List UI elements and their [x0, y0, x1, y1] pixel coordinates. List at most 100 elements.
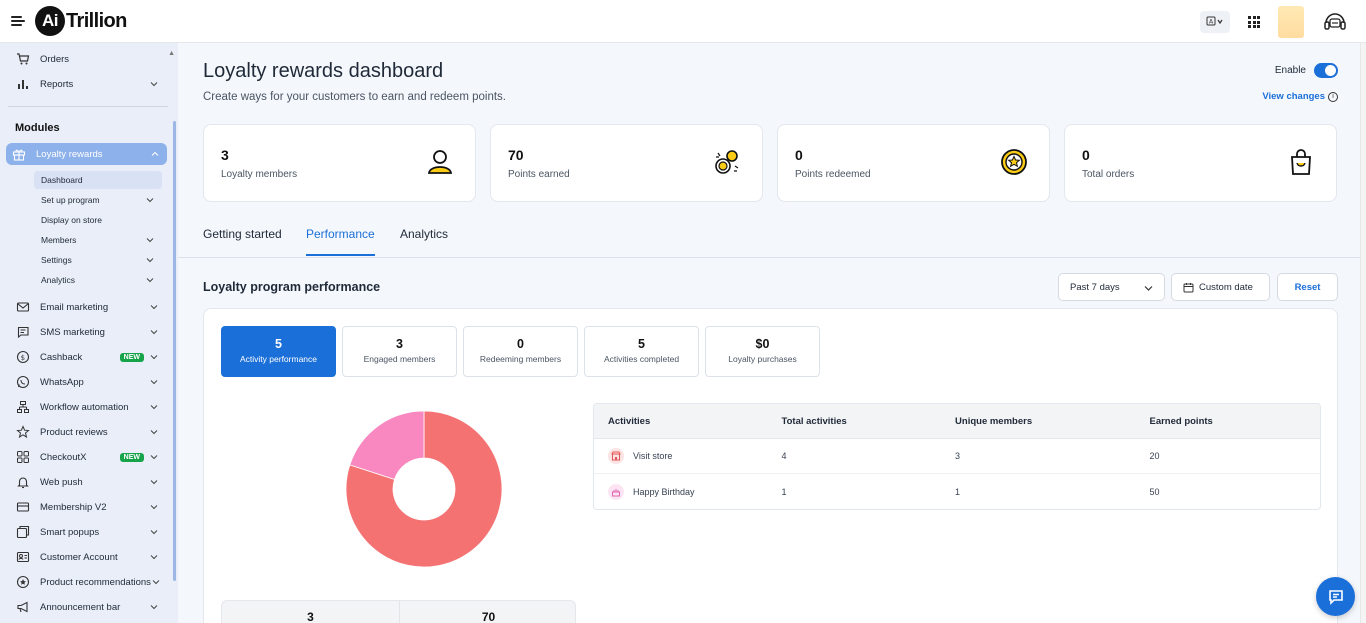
enable-toggle[interactable] — [1314, 63, 1338, 78]
sidebar-item-label: CheckoutX — [40, 451, 87, 463]
col-header-unique-members: Unique members — [955, 415, 1033, 427]
subnav-label: Members — [41, 235, 77, 245]
sidebar-item-label: Cashback — [40, 351, 83, 363]
custom-date-label: Custom date — [1199, 281, 1253, 293]
stat-card-points-redeemed: 0 Points redeemed — [777, 124, 1050, 202]
sidebar-item-web-push[interactable]: Web push — [10, 471, 166, 493]
sidebar-item-membership-v2[interactable]: Membership V2 — [10, 496, 166, 518]
sidebar-scroll-up-icon[interactable]: ▲ — [168, 50, 175, 57]
sidebar-item-label: Product reviews — [40, 426, 108, 438]
avatar[interactable] — [1278, 6, 1304, 38]
cake-icon — [608, 483, 624, 500]
table-header: Activities Total activities Unique membe… — [594, 404, 1320, 439]
chat-button[interactable] — [1316, 577, 1355, 616]
svg-text:A: A — [1209, 19, 1214, 26]
subnav-display-on-store[interactable]: Display on store — [34, 211, 162, 229]
subnav-dashboard[interactable]: Dashboard — [34, 171, 162, 189]
translate-button[interactable]: A — [1200, 11, 1230, 33]
star-coin-icon — [1001, 149, 1027, 175]
cell-total: 1 — [781, 486, 787, 497]
sidebar-item-whatsapp[interactable]: WhatsApp — [10, 371, 166, 393]
metric-redeeming-members[interactable]: 0 Redeeming members — [463, 326, 578, 377]
metric-value: $0 — [755, 337, 770, 351]
sidebar-item-loyalty-rewards[interactable]: Loyalty rewards — [6, 143, 167, 165]
sidebar-item-sms-marketing[interactable]: SMS marketing — [10, 321, 166, 343]
sidebar-item-workflow-automation[interactable]: Workflow automation — [10, 396, 166, 418]
sidebar-item-email-marketing[interactable]: Email marketing — [10, 296, 166, 318]
sidebar-item-reports[interactable]: Reports — [10, 73, 166, 95]
sidebar-item-label: Reports — [40, 78, 74, 90]
translate-icon: A — [1206, 16, 1223, 26]
stat-label: Points earned — [508, 169, 570, 180]
sidebar-item-cashback[interactable]: $ Cashback NEW — [10, 346, 166, 368]
chevron-down-icon — [1144, 286, 1153, 291]
cart-icon — [16, 52, 30, 66]
metric-value: 3 — [396, 337, 403, 351]
stat-card-loyalty-members: 3 Loyalty members — [203, 124, 476, 202]
cell-points: 20 — [1149, 451, 1160, 461]
table-row: Happy Birthday 1 1 50 — [594, 474, 1320, 509]
tab-performance[interactable]: Performance — [306, 227, 375, 256]
support-headset-icon[interactable] — [1322, 9, 1348, 35]
email-icon — [16, 300, 30, 314]
subnav-set-up-program[interactable]: Set up program — [34, 191, 162, 209]
subnav-analytics[interactable]: Analytics — [34, 271, 162, 289]
sidebar-item-checkoutx[interactable]: CheckoutX NEW — [10, 446, 166, 468]
sidebar-item-label: Smart popups — [40, 526, 100, 538]
sidebar-item-orders[interactable]: Orders — [10, 48, 166, 70]
stat-label: Loyalty members — [221, 169, 298, 180]
sidebar-item-label: Membership V2 — [40, 501, 107, 513]
megaphone-icon — [16, 600, 30, 614]
stat-card-total-orders: 0 Total orders — [1064, 124, 1337, 202]
main-content: Loyalty rewards dashboard Create ways fo… — [178, 43, 1360, 623]
cell-points: 50 — [1149, 486, 1160, 497]
logo[interactable]: Ai Trillion — [35, 6, 127, 36]
subnav-settings[interactable]: Settings — [34, 251, 162, 269]
custom-date-button[interactable]: Custom date — [1171, 273, 1270, 301]
date-range-select[interactable]: Past 7 days — [1058, 273, 1165, 301]
view-changes-link[interactable]: View changes i — [1262, 91, 1338, 102]
chat-icon — [1328, 589, 1343, 605]
metric-engaged-members[interactable]: 3 Engaged members — [342, 326, 457, 377]
sidebar-item-announcement-bar[interactable]: Announcement bar — [10, 596, 166, 618]
tab-analytics[interactable]: Analytics — [400, 227, 448, 254]
sidebar-item-customer-account[interactable]: Customer Account — [10, 546, 166, 568]
subnav-label: Display on store — [41, 215, 102, 225]
bar-chart-icon — [16, 77, 30, 91]
sidebar-item-label: WhatsApp — [40, 376, 84, 388]
col-header-earned-points: Earned points — [1149, 415, 1213, 427]
sidebar-item-product-recommendations[interactable]: Product recommendations — [10, 571, 166, 593]
subnav-label: Settings — [41, 255, 72, 265]
reset-button[interactable]: Reset — [1277, 273, 1338, 301]
sidebar-item-product-reviews[interactable]: Product reviews — [10, 421, 166, 443]
bell-icon — [16, 475, 30, 489]
calendar-icon — [1183, 282, 1194, 292]
top-bar: Ai Trillion A — [0, 0, 1366, 43]
chevron-down-icon — [150, 480, 158, 485]
metric-activity-performance[interactable]: 5 Activity performance — [221, 326, 336, 377]
new-badge: NEW — [119, 352, 144, 362]
menu-icon[interactable] — [11, 16, 25, 26]
gift-icon — [12, 147, 26, 161]
sidebar-divider — [8, 106, 168, 107]
metric-loyalty-purchases[interactable]: $0 Loyalty purchases — [705, 326, 820, 377]
stat-value: 3 — [221, 147, 229, 163]
metric-label: Activities completed — [603, 354, 680, 364]
tab-getting-started[interactable]: Getting started — [203, 227, 282, 254]
sidebar-scrollbar[interactable] — [173, 121, 176, 581]
sidebar-item-smart-popups[interactable]: Smart popups — [10, 521, 166, 543]
user-icon — [427, 150, 453, 174]
metric-activities-completed[interactable]: 5 Activities completed — [584, 326, 699, 377]
chevron-down-icon — [150, 355, 158, 360]
new-badge: NEW — [119, 452, 144, 462]
page-scrollbar[interactable] — [1360, 43, 1366, 623]
sidebar-item-label: Announcement bar — [40, 601, 121, 613]
subnav-members[interactable]: Members — [34, 231, 162, 249]
logo-text: Trillion — [66, 9, 127, 32]
store-icon — [608, 448, 624, 464]
cell-total: 4 — [781, 451, 787, 461]
subnav-label: Dashboard — [41, 175, 83, 185]
cell-unique: 1 — [955, 486, 961, 497]
metric-value: 5 — [275, 337, 282, 351]
apps-grid-icon[interactable] — [1248, 16, 1260, 28]
